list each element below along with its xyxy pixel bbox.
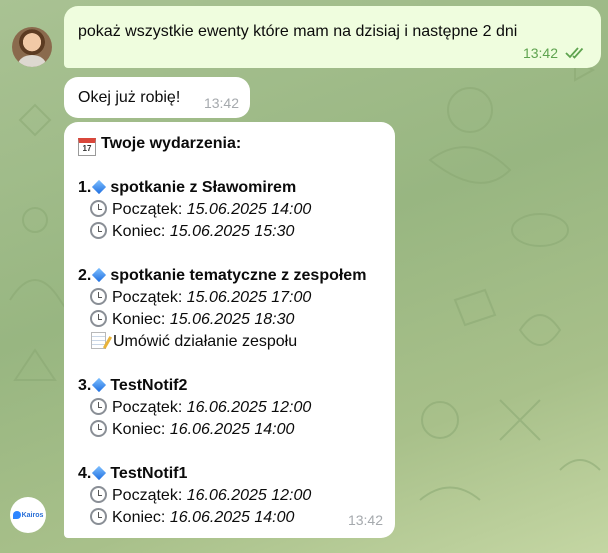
events-message-body: 17 Twoje wydarzenia: 1. spotkanie z Sławom… — [78, 133, 385, 529]
user-avatar[interactable] — [12, 27, 52, 67]
event-title: spotkanie z Sławomirem — [110, 179, 297, 196]
event-note: Umówić działanie zespołu — [113, 333, 298, 350]
clock-icon — [90, 200, 107, 217]
event-end-value: 15.06.2025 18:30 — [169, 311, 295, 328]
event-end-label: Koniec: — [112, 223, 166, 240]
event-start-row: Początek: 16.06.2025 12:00 — [78, 397, 385, 419]
event-title: TestNotif1 — [110, 465, 188, 482]
event-end-label: Koniec: — [112, 509, 166, 526]
events-header: 17 Twoje wydarzenia: — [78, 133, 385, 156]
event-end-value: 16.06.2025 14:00 — [169, 509, 295, 526]
outgoing-message-meta: 13:42 — [523, 42, 587, 64]
event-title: spotkanie tematyczne z zespołem — [110, 267, 367, 284]
blue-diamond-icon — [92, 268, 107, 283]
outgoing-message-text: pokaż wszystkie ewenty które mam na dzis… — [78, 23, 518, 40]
memo-icon — [91, 332, 106, 349]
blue-diamond-icon — [92, 378, 107, 393]
event-number: 4. — [78, 465, 92, 482]
event-start-label: Początek: — [112, 289, 183, 306]
events-header-text: Twoje wydarzenia: — [101, 135, 242, 152]
bot-reply-time: 13:42 — [203, 95, 239, 111]
event-note-row: Umówić działanie zespołu — [78, 331, 385, 353]
events-message-time: 13:42 — [347, 512, 383, 528]
event-end-row: Koniec: 15.06.2025 18:30 — [78, 309, 385, 331]
event-end-value: 16.06.2025 14:00 — [169, 421, 295, 438]
event-title-row: 1. spotkanie z Sławomirem — [78, 177, 385, 199]
calendar-icon: 17 — [78, 138, 96, 156]
event-title-row: 3. TestNotif2 — [78, 375, 385, 397]
event-start-value: 15.06.2025 17:00 — [186, 289, 312, 306]
event-end-row: Koniec: 16.06.2025 14:00 — [78, 419, 385, 441]
event-end-value: 15.06.2025 15:30 — [169, 223, 295, 240]
bot-reply-text: Okej już robię! — [78, 89, 181, 106]
event-end-row: Koniec: 15.06.2025 15:30 — [78, 221, 385, 243]
blue-diamond-icon — [92, 466, 107, 481]
event-start-value: 16.06.2025 12:00 — [186, 399, 312, 416]
event-title-row: 2. spotkanie tematyczne z zespołem — [78, 265, 385, 287]
event-title: TestNotif2 — [110, 377, 188, 394]
event-start-label: Początek: — [112, 201, 183, 218]
event-number: 3. — [78, 377, 92, 394]
event-start-value: 16.06.2025 12:00 — [186, 487, 312, 504]
clock-icon — [90, 508, 107, 525]
event-end-label: Koniec: — [112, 421, 166, 438]
blue-diamond-icon — [92, 180, 107, 195]
event-start-label: Początek: — [112, 487, 183, 504]
event-start-label: Początek: — [112, 399, 183, 416]
clock-icon — [90, 398, 107, 415]
bot-reply-bubble[interactable]: Okej już robię! 13:42 — [64, 77, 250, 118]
event-start-row: Początek: 15.06.2025 17:00 — [78, 287, 385, 309]
event-start-value: 15.06.2025 14:00 — [186, 201, 312, 218]
event-number: 2. — [78, 267, 92, 284]
double-check-icon — [565, 47, 584, 59]
clock-icon — [90, 420, 107, 437]
event-start-row: Początek: 15.06.2025 14:00 — [78, 199, 385, 221]
clock-icon — [90, 288, 107, 305]
event-title-row: 4. TestNotif1 — [78, 463, 385, 485]
event-number: 1. — [78, 179, 92, 196]
event-start-row: Początek: 16.06.2025 12:00 — [78, 485, 385, 507]
event-end-label: Koniec: — [112, 311, 166, 328]
outgoing-message-time: 13:42 — [522, 45, 558, 61]
bot-avatar[interactable]: Kairos — [10, 497, 46, 533]
clock-icon — [90, 222, 107, 239]
events-message-bubble[interactable]: 17 Twoje wydarzenia: 1. spotkanie z Sławom… — [64, 122, 395, 538]
clock-icon — [90, 310, 107, 327]
bot-avatar-text: Kairos — [21, 511, 44, 519]
clock-icon — [90, 486, 107, 503]
outgoing-message-bubble[interactable]: pokaż wszystkie ewenty które mam na dzis… — [64, 6, 601, 68]
chat-bubble-logo-icon — [12, 511, 21, 519]
event-end-row: Koniec: 16.06.2025 14:00 — [78, 507, 385, 529]
